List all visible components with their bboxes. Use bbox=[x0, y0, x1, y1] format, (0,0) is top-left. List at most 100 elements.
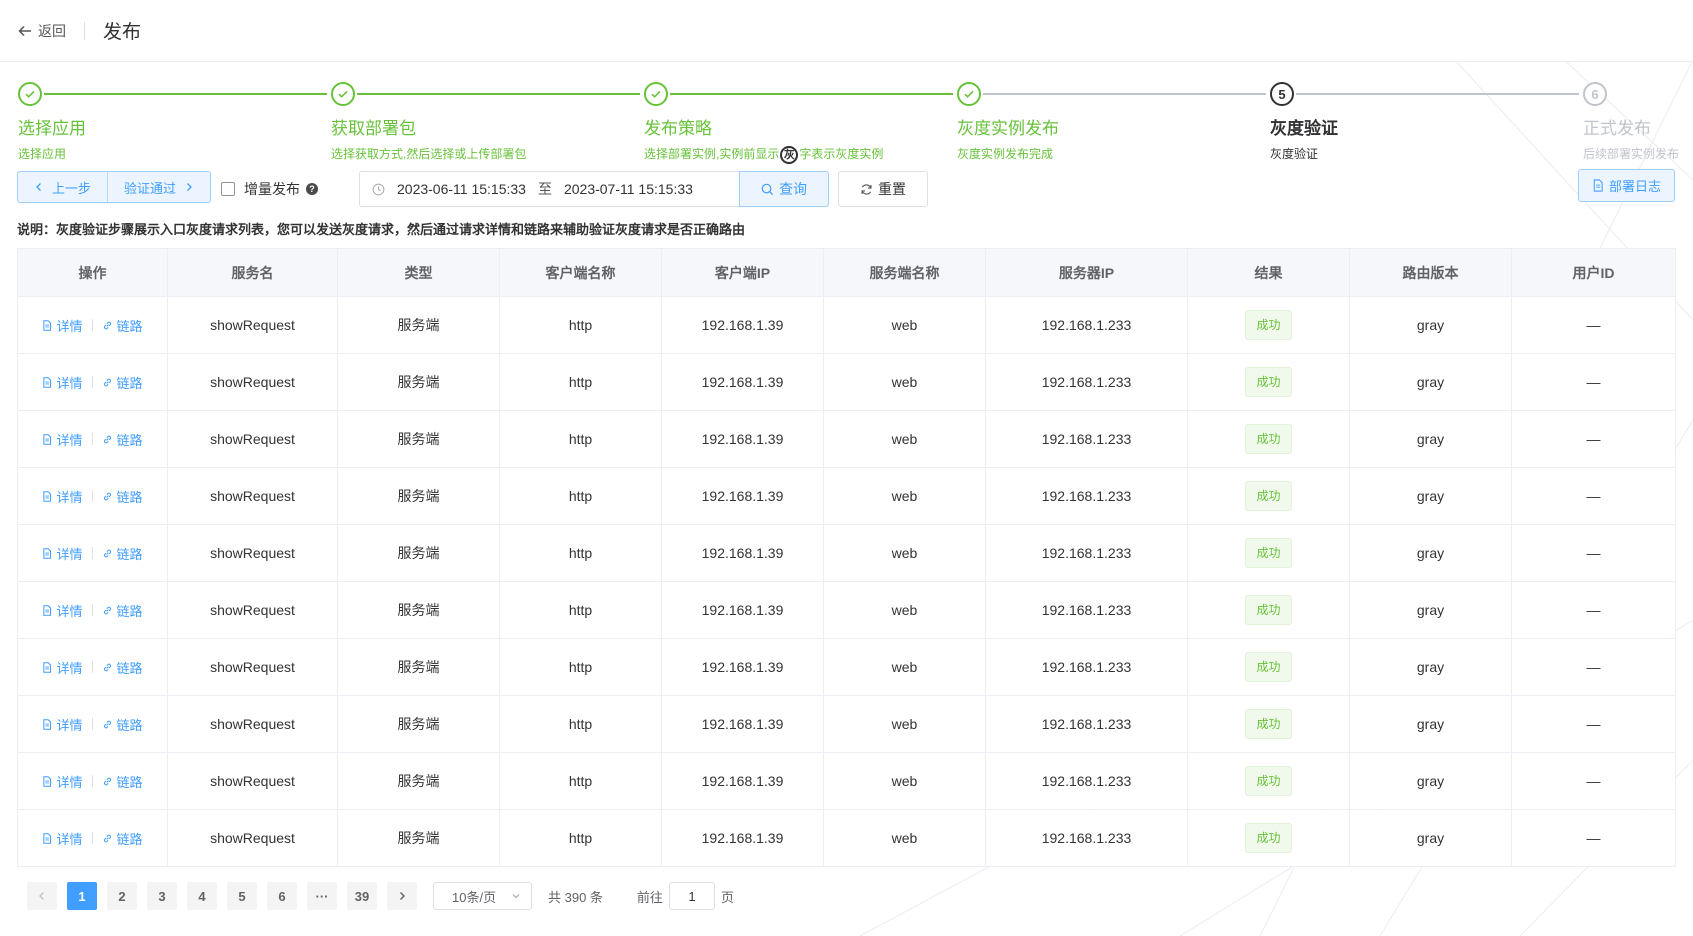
cell-client-ip: 192.168.1.39 bbox=[661, 752, 824, 810]
next-page-button[interactable] bbox=[387, 882, 417, 910]
detail-link[interactable]: 详情 bbox=[42, 715, 83, 734]
date-start[interactable]: 2023-06-11 15:15:33 bbox=[397, 181, 526, 197]
cell-server-name: web bbox=[823, 752, 986, 810]
trace-link[interactable]: 链路 bbox=[102, 772, 143, 791]
cell-server-ip: 192.168.1.233 bbox=[985, 809, 1188, 867]
page-header: 返回 发布 bbox=[0, 0, 1693, 62]
trace-label: 链路 bbox=[116, 375, 143, 391]
step-line-1 bbox=[44, 93, 327, 95]
verify-pass-button[interactable]: 验证通过 bbox=[107, 172, 210, 202]
cell-service: showRequest bbox=[167, 353, 338, 411]
step-title: 获取部署包 bbox=[331, 119, 416, 138]
more-pages[interactable]: ··· bbox=[307, 882, 337, 910]
document-icon bbox=[43, 547, 52, 559]
deploy-log-button[interactable]: 部署日志 bbox=[1578, 169, 1675, 202]
trace-link[interactable]: 链路 bbox=[102, 544, 143, 563]
document-icon bbox=[43, 661, 52, 673]
toolbar: 上一步 验证通过 增量发布 ? 2023-06-11 15:15:33 至 20… bbox=[17, 169, 1675, 207]
detail-label: 详情 bbox=[56, 432, 83, 448]
cell-result: 成功 bbox=[1187, 809, 1350, 867]
gray-instance-badge: 灰 bbox=[780, 145, 799, 164]
query-button[interactable]: 查询 bbox=[739, 171, 829, 207]
help-icon[interactable]: ? bbox=[306, 183, 318, 195]
step-select-app: 选择应用 选择应用 bbox=[18, 82, 86, 162]
status-badge: 成功 bbox=[1245, 709, 1292, 739]
cell-client-name: http bbox=[499, 410, 662, 468]
step-description: 选择应用 bbox=[18, 147, 67, 161]
goto-page-input[interactable]: 1 bbox=[668, 882, 715, 910]
cell-server-name: web bbox=[823, 353, 986, 411]
incremental-release-checkbox[interactable]: 增量发布 ? bbox=[221, 179, 318, 199]
page-4[interactable]: 4 bbox=[187, 882, 217, 910]
action-divider bbox=[91, 547, 93, 559]
detail-link[interactable]: 详情 bbox=[42, 601, 83, 620]
reset-button[interactable]: 重置 bbox=[838, 171, 928, 207]
cell-user-id: — bbox=[1511, 353, 1676, 411]
detail-link[interactable]: 详情 bbox=[42, 430, 83, 449]
trace-link[interactable]: 链路 bbox=[102, 316, 143, 335]
detail-label: 详情 bbox=[56, 774, 83, 790]
detail-link[interactable]: 详情 bbox=[42, 487, 83, 506]
trace-link[interactable]: 链路 bbox=[102, 373, 143, 392]
action-divider bbox=[91, 319, 93, 331]
page-6[interactable]: 6 bbox=[267, 882, 297, 910]
page-1[interactable]: 1 bbox=[67, 882, 97, 910]
step-description: 后续部署实例发布 bbox=[1583, 147, 1680, 161]
cell-server-name: web bbox=[823, 467, 986, 525]
cell-client-ip: 192.168.1.39 bbox=[661, 638, 824, 696]
detail-label: 详情 bbox=[56, 603, 83, 619]
action-divider bbox=[91, 775, 93, 787]
trace-link[interactable]: 链路 bbox=[102, 487, 143, 506]
release-page: 返回 发布 选择应用 选择应用 获取部署包 选择获取方式,然后选择或上传部署包 bbox=[0, 0, 1693, 936]
detail-link[interactable]: 详情 bbox=[42, 544, 83, 563]
cell-server-ip: 192.168.1.233 bbox=[985, 752, 1188, 810]
trace-link[interactable]: 链路 bbox=[102, 829, 143, 848]
date-range-picker[interactable]: 2023-06-11 15:15:33 至 2023-07-11 15:15:3… bbox=[359, 171, 740, 207]
page-last[interactable]: 39 bbox=[347, 882, 377, 910]
detail-link[interactable]: 详情 bbox=[42, 373, 83, 392]
cell-client-ip: 192.168.1.39 bbox=[661, 581, 824, 639]
page-size-value: 10条/页 bbox=[452, 889, 497, 905]
back-button[interactable]: 返回 bbox=[18, 21, 66, 41]
column-header: 操作 bbox=[17, 248, 168, 297]
trace-link[interactable]: 链路 bbox=[102, 601, 143, 620]
table-header-row: 操作 服务名 类型 客户端名称 客户端IP 服务端名称 服务器IP 结果 路由版… bbox=[17, 248, 1676, 297]
detail-link[interactable]: 详情 bbox=[42, 772, 83, 791]
page-size-select[interactable]: 10条/页 bbox=[433, 882, 532, 910]
cell-type: 服务端 bbox=[337, 410, 500, 468]
cell-actions: 详情 链路 bbox=[17, 752, 168, 810]
detail-link[interactable]: 详情 bbox=[42, 658, 83, 677]
cell-server-name: web bbox=[823, 581, 986, 639]
detail-link[interactable]: 详情 bbox=[42, 316, 83, 335]
link-icon bbox=[103, 606, 111, 614]
trace-link[interactable]: 链路 bbox=[102, 430, 143, 449]
table-row: 详情 链路 showRequest 服务端 http 192.168.1.39 web 192… bbox=[17, 581, 1676, 639]
page-5[interactable]: 5 bbox=[227, 882, 257, 910]
row-actions: 详情 链路 bbox=[42, 658, 143, 677]
cell-route-version: gray bbox=[1349, 581, 1512, 639]
date-end[interactable]: 2023-07-11 15:15:33 bbox=[564, 181, 693, 197]
prev-step-button[interactable]: 上一步 bbox=[18, 172, 107, 202]
trace-label: 链路 bbox=[116, 831, 143, 847]
cell-client-name: http bbox=[499, 353, 662, 411]
step-description: 选择部署实例,实例前显示灰字表示灰度实例 bbox=[644, 145, 883, 164]
check-icon bbox=[651, 90, 661, 98]
cell-service: showRequest bbox=[167, 467, 338, 525]
page-2[interactable]: 2 bbox=[107, 882, 137, 910]
step-nav-group: 上一步 验证通过 bbox=[17, 171, 212, 203]
detail-link[interactable]: 详情 bbox=[42, 829, 83, 848]
cell-type: 服务端 bbox=[337, 524, 500, 582]
cell-result: 成功 bbox=[1187, 353, 1350, 411]
trace-link[interactable]: 链路 bbox=[102, 658, 143, 677]
trace-link[interactable]: 链路 bbox=[102, 715, 143, 734]
page-3[interactable]: 3 bbox=[147, 882, 177, 910]
trace-label: 链路 bbox=[116, 660, 143, 676]
table-header: 操作 服务名 类型 客户端名称 客户端IP 服务端名称 服务器IP 结果 路由版… bbox=[17, 248, 1676, 297]
cell-client-ip: 192.168.1.39 bbox=[661, 695, 824, 753]
cell-result: 成功 bbox=[1187, 296, 1350, 354]
prev-page-button[interactable] bbox=[27, 882, 57, 910]
goto-suffix: 页 bbox=[720, 889, 734, 905]
chevron-right-icon bbox=[187, 183, 192, 191]
checkbox-box[interactable] bbox=[221, 182, 235, 196]
link-icon bbox=[103, 492, 111, 500]
